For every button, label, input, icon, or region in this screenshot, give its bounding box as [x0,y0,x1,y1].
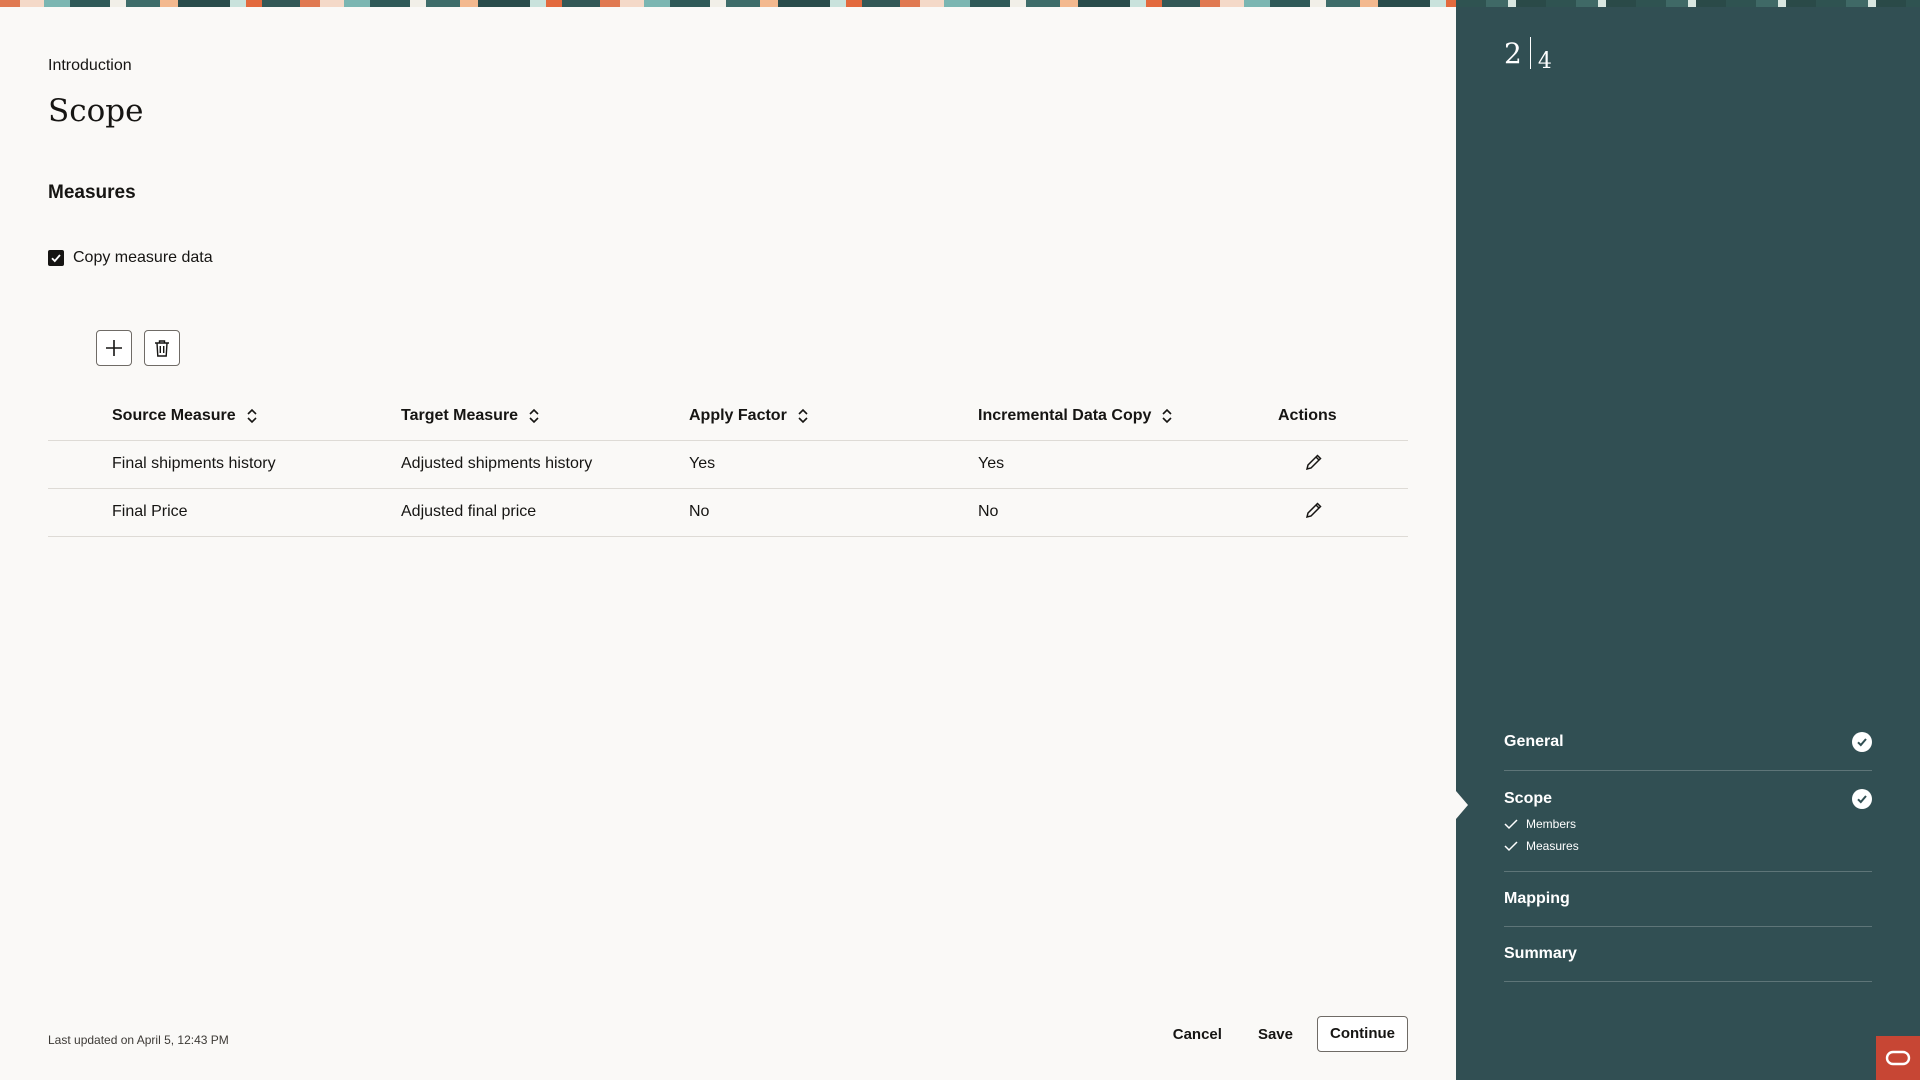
save-button[interactable]: Save [1246,1018,1305,1051]
table-row[interactable]: Final Price Adjusted final price No No [48,488,1408,537]
substep-label: Members [1526,817,1577,831]
trash-icon [155,340,169,357]
sort-icon[interactable] [797,408,809,424]
measures-table: Source Measure Target Measure Apply Fact… [48,392,1408,537]
current-step-pointer [1456,791,1468,819]
sort-icon[interactable] [528,408,540,424]
step-label[interactable]: General [1504,733,1564,751]
column-header-label: Incremental Data Copy [978,406,1152,424]
cancel-button[interactable]: Cancel [1161,1018,1234,1051]
step-scope[interactable]: Scope Members Measures [1456,771,1872,872]
step-total: 4 [1537,49,1552,74]
step-separator [1529,37,1531,69]
footer-actions: Cancel Save Continue [1161,1016,1408,1052]
cell-source-measure: Final Price [112,488,401,537]
cell-target-measure: Adjusted shipments history [401,440,689,489]
step-label[interactable]: Scope [1504,790,1552,808]
last-updated-text: Last updated on April 5, 12:43 PM [48,1033,229,1047]
table-row[interactable]: Final shipments history Adjusted shipmen… [48,440,1408,489]
decorative-banner-right [1456,0,1920,7]
cell-actions [1278,488,1408,537]
column-header-label: Apply Factor [689,406,787,424]
delete-button[interactable] [144,330,180,366]
plus-icon [106,340,122,356]
copy-measure-label: Copy measure data [73,249,213,266]
cell-actions [1278,440,1408,489]
substep-members[interactable]: Members [1504,817,1872,831]
step-label[interactable]: Summary [1504,945,1577,963]
header-spacer [48,392,112,441]
continue-button[interactable]: Continue [1317,1016,1408,1052]
table-header-row: Source Measure Target Measure Apply Fact… [48,392,1408,441]
check-circle-icon [1852,732,1872,752]
breadcrumb: Introduction [48,57,132,74]
main-content: Introduction Scope Measures Copy measure… [0,7,1456,1080]
column-header-label: Source Measure [112,406,236,424]
cell-source-measure: Final shipments history [112,440,401,489]
row-spacer [48,488,112,537]
pencil-icon[interactable] [1305,501,1323,519]
cell-apply-factor: Yes [689,440,978,489]
add-button[interactable] [96,330,132,366]
step-list: General Scope Members Measures Mapping S… [1456,714,1872,982]
sort-icon[interactable] [1161,408,1173,424]
sort-icon[interactable] [246,408,258,424]
column-header-target-measure[interactable]: Target Measure [401,392,689,441]
cell-target-measure: Adjusted final price [401,488,689,537]
page-title: Scope [48,93,144,129]
train-stop-panel: 2 4 General Scope Members Measures Mappi… [1456,7,1920,1080]
pencil-icon[interactable] [1305,453,1323,471]
step-general[interactable]: General [1504,714,1872,771]
cell-apply-factor: No [689,488,978,537]
substep-list: Members Measures [1504,817,1872,853]
column-header-label: Target Measure [401,406,519,424]
row-spacer [48,440,112,489]
copy-measure-checkbox-row[interactable]: Copy measure data [48,249,213,267]
column-header-source-measure[interactable]: Source Measure [112,392,401,441]
column-header-incremental-data-copy[interactable]: Incremental Data Copy [978,392,1278,441]
step-current: 2 [1504,37,1522,70]
checkmark-icon [51,254,61,263]
cell-incremental-data-copy: Yes [978,440,1278,489]
cell-incremental-data-copy: No [978,488,1278,537]
step-summary[interactable]: Summary [1504,927,1872,982]
step-counter: 2 4 [1504,37,1552,73]
column-header-apply-factor[interactable]: Apply Factor [689,392,978,441]
decorative-banner [0,0,1456,7]
step-label[interactable]: Mapping [1504,890,1570,908]
check-circle-icon [1852,789,1872,809]
check-icon [1504,841,1518,852]
substep-measures[interactable]: Measures [1504,839,1872,853]
table-toolbar [96,330,180,366]
column-header-actions: Actions [1278,392,1408,441]
section-title: Measures [48,182,136,203]
oracle-logo-icon[interactable] [1876,1036,1920,1080]
copy-measure-checkbox[interactable] [48,250,64,266]
step-mapping[interactable]: Mapping [1504,872,1872,927]
column-header-label: Actions [1278,406,1337,424]
substep-label: Measures [1526,839,1579,853]
check-icon [1504,819,1518,830]
